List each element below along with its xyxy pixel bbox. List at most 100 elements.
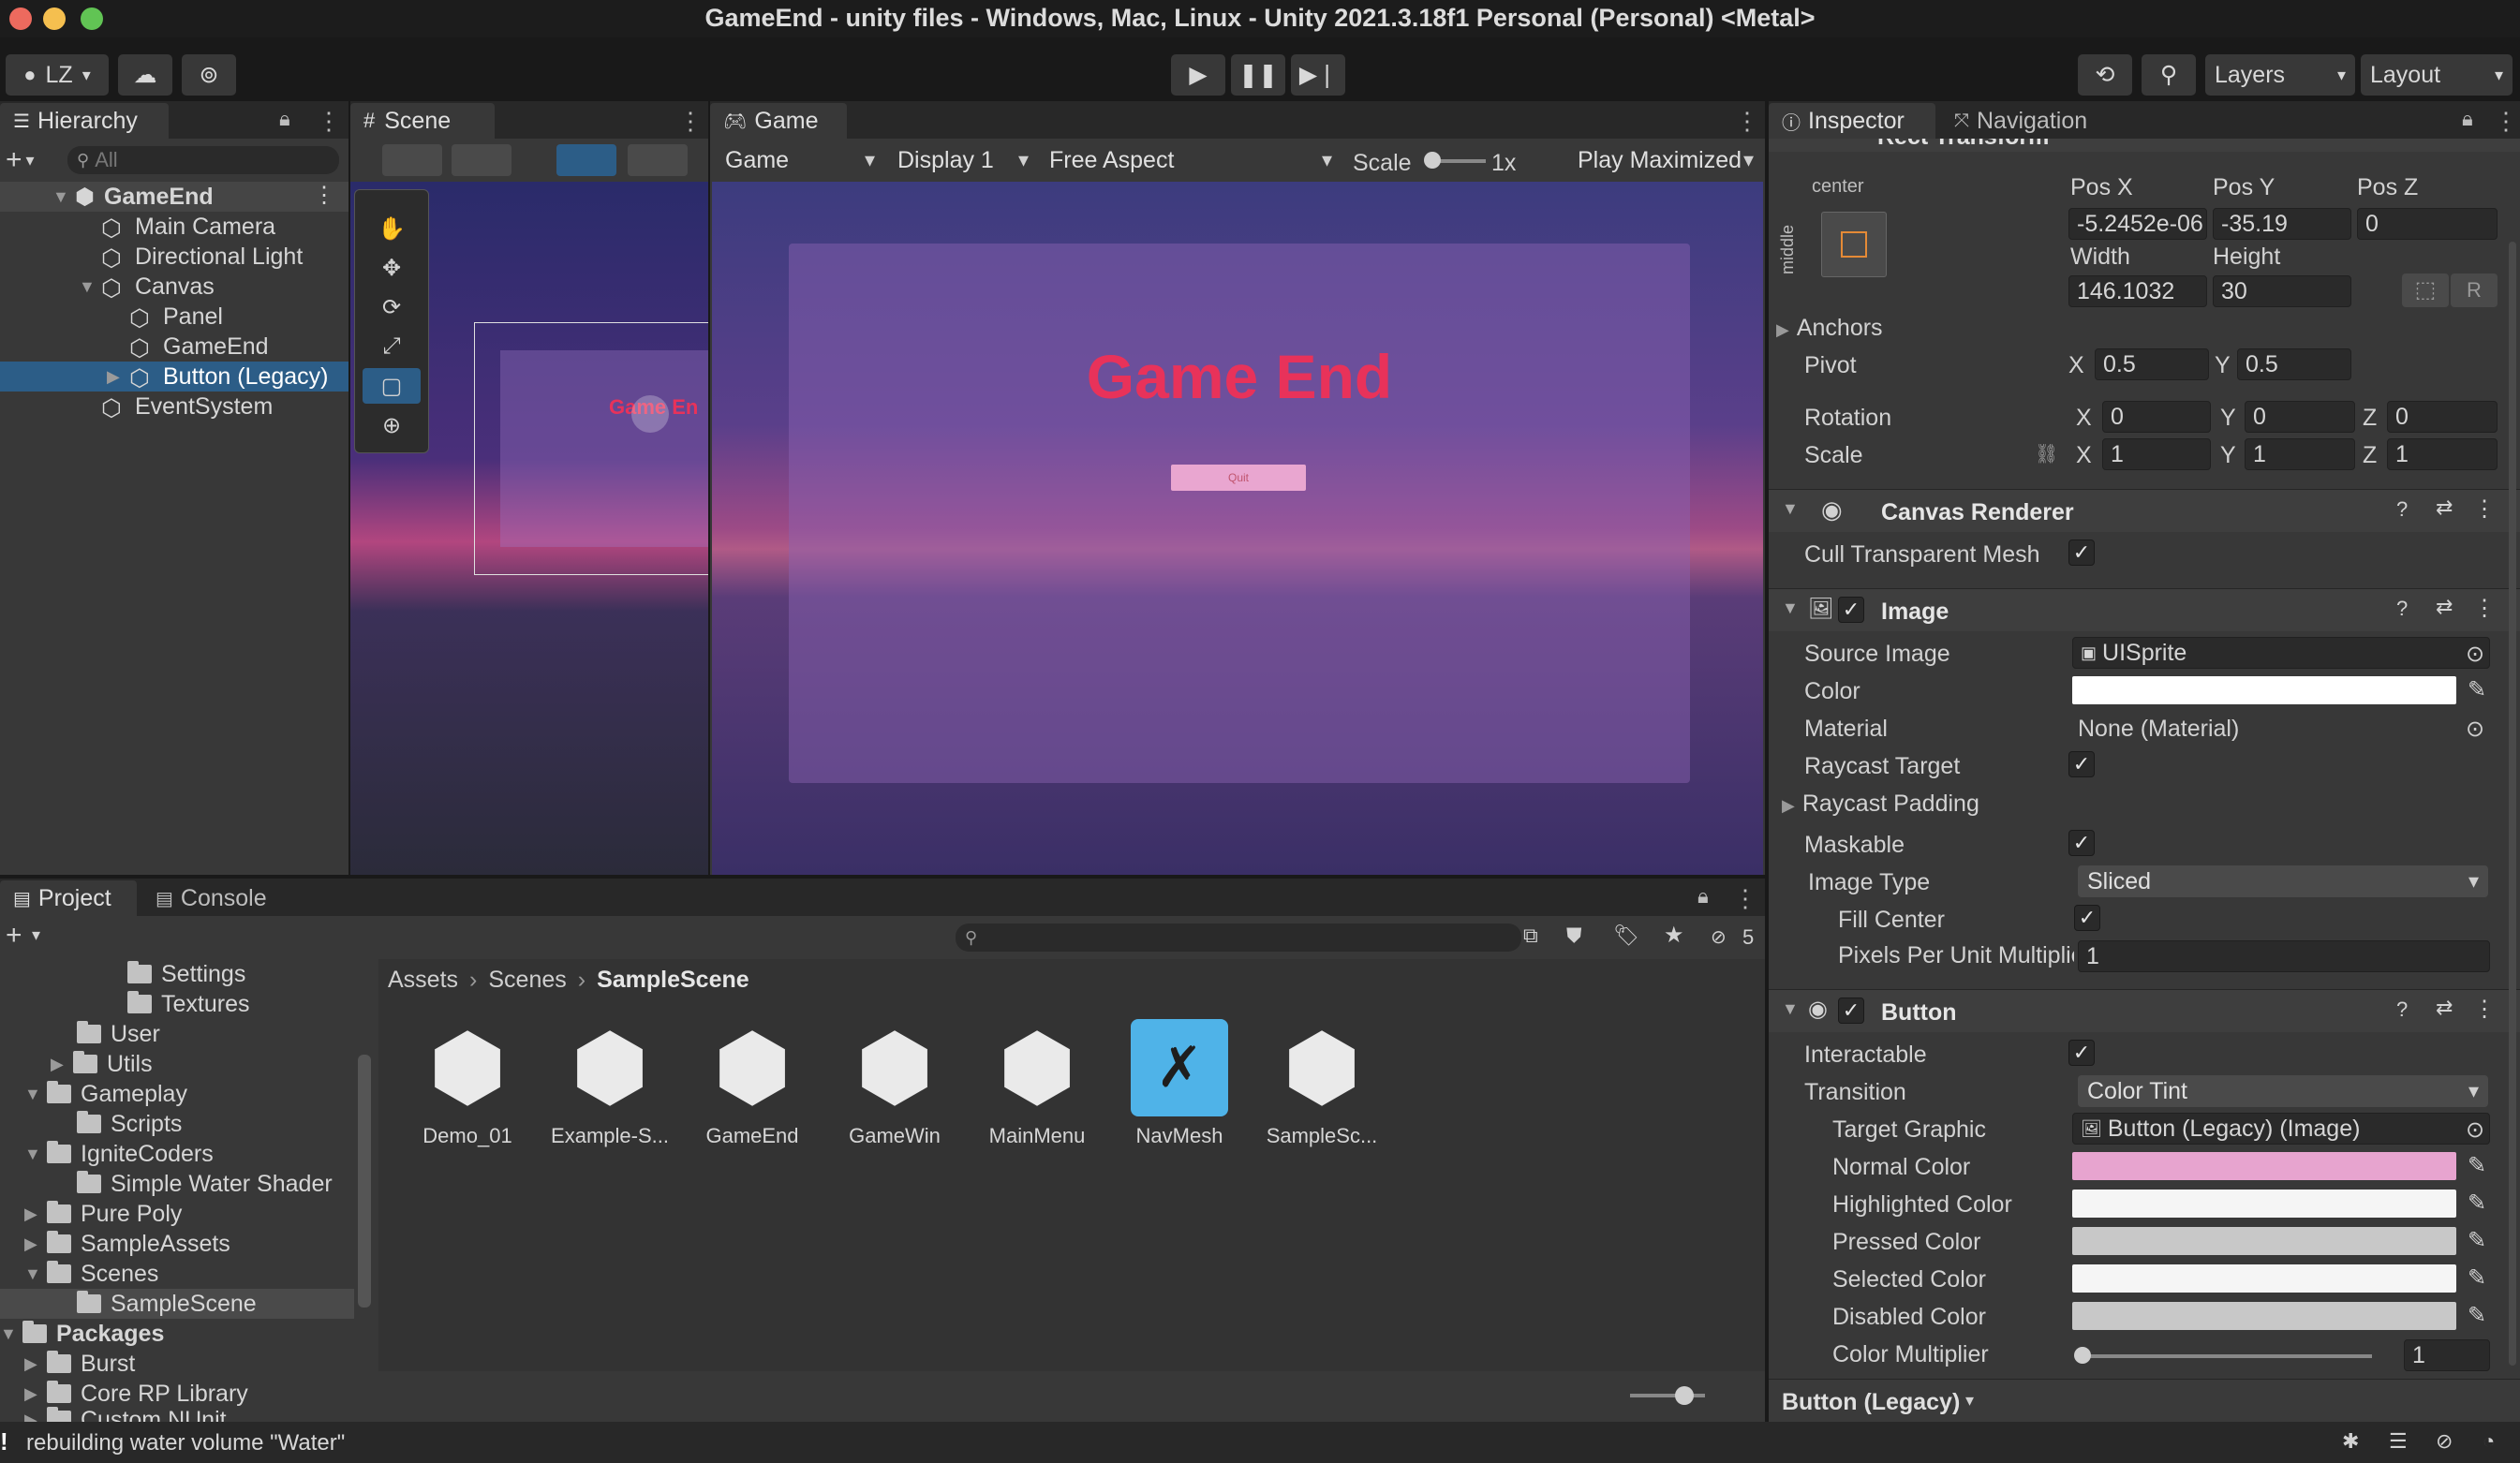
undo-history-button[interactable]: ⟲ — [2078, 54, 2132, 96]
preset-icon[interactable]: ⇄ — [2436, 996, 2453, 1020]
folder-tree-scrollbar[interactable] — [358, 1055, 371, 1308]
tree-item-canvas[interactable]: ▼ ⬡ Canvas — [79, 272, 215, 303]
scale-x-field[interactable]: 1 — [2102, 438, 2211, 470]
tab-hierarchy[interactable]: ☰ Hierarchy — [0, 103, 169, 139]
tab-console[interactable]: ▤ Console — [142, 880, 292, 916]
icon-size-slider[interactable] — [1630, 1394, 1705, 1397]
maskable-checkbox[interactable]: ✓ — [2068, 830, 2095, 856]
cache-icon[interactable]: ☰ — [2389, 1429, 2408, 1454]
tree-item-gameend-text[interactable]: ⬡ GameEnd — [129, 332, 269, 362]
raw-edit-button[interactable]: R — [2451, 273, 2498, 307]
component-menu-icon[interactable]: ⋮ — [2473, 595, 2496, 622]
tree-item-panel[interactable]: ⬡ Panel — [129, 302, 223, 332]
source-image-field[interactable]: ▣ UISprite — [2072, 637, 2490, 669]
highlighted-color-swatch[interactable] — [2072, 1190, 2456, 1218]
gizmo-dropdown[interactable] — [452, 144, 511, 176]
normal-color-swatch[interactable] — [2072, 1152, 2456, 1180]
help-icon[interactable]: ? — [2396, 998, 2408, 1022]
preset-icon[interactable]: ⇄ — [2436, 495, 2453, 520]
filter-by-label-icon[interactable]: ⛊ — [1566, 924, 1582, 948]
folder-scripts[interactable]: Scripts — [77, 1109, 182, 1139]
eyedropper-icon[interactable]: ✎ — [2468, 1264, 2486, 1292]
material-value[interactable]: None (Material) — [2078, 716, 2239, 743]
lock-icon[interactable]: 🔒︎ — [2462, 107, 2473, 131]
tab-project[interactable]: ▤ Project — [0, 880, 137, 916]
add-icon[interactable]: + — [6, 920, 22, 952]
layout-dropdown[interactable]: Layout ▾ — [2361, 54, 2513, 96]
project-search-input[interactable]: ⚲ — [956, 924, 1521, 952]
scale-y-field[interactable]: 1 — [2245, 438, 2355, 470]
add-icon[interactable]: + — [6, 144, 22, 176]
more-menu-icon[interactable]: ⋮ — [1733, 884, 1757, 913]
rot-y-field[interactable]: 0 — [2245, 401, 2355, 433]
move-tool[interactable]: ✥ — [363, 250, 421, 286]
posy-field[interactable]: -35.19 — [2213, 208, 2351, 240]
tag-icon[interactable]: 🏷︎ — [1613, 924, 1639, 948]
folder-sampleassets[interactable]: ▶ SampleAssets — [24, 1229, 230, 1259]
rot-z-field[interactable]: 0 — [2387, 401, 2498, 433]
tab-game[interactable]: 🎮︎ Game — [710, 103, 847, 139]
raycast-padding-foldout[interactable]: ▶ Raycast Padding — [1782, 791, 1979, 818]
transform-tool[interactable]: ⊕ — [363, 407, 421, 443]
auto-generate-icon[interactable]: ⊘ — [2436, 1429, 2453, 1454]
lock-icon[interactable]: 🔒︎ — [279, 107, 290, 131]
scale-z-field[interactable]: 1 — [2387, 438, 2498, 470]
hierarchy-search-input[interactable]: ⚲ All — [67, 146, 339, 174]
hidden-packages-icon[interactable]: ⊘ — [1711, 925, 1727, 949]
object-picker-icon[interactable]: ⊙ — [2466, 1116, 2484, 1144]
folder-pure-poly[interactable]: ▶ Pure Poly — [24, 1199, 182, 1229]
hand-tool[interactable]: ✋ — [363, 211, 421, 246]
rotate-tool[interactable]: ⟳ — [363, 289, 421, 325]
collab-button[interactable]: ⊚ — [182, 54, 236, 96]
eyedropper-icon[interactable]: ✎ — [2468, 1302, 2486, 1329]
folder-settings[interactable]: Settings — [127, 959, 245, 989]
color-multiplier-slider[interactable] — [2082, 1354, 2372, 1358]
folder-scenes[interactable]: ▼ Scenes — [24, 1259, 158, 1289]
rect-tool[interactable]: ▢ — [363, 368, 421, 404]
folder-user[interactable]: User — [77, 1019, 160, 1049]
cull-transparent-mesh-checkbox[interactable]: ✓ — [2068, 539, 2095, 566]
pressed-color-swatch[interactable] — [2072, 1227, 2456, 1255]
play-mode-dropdown[interactable]: Play Maximized — [1568, 144, 1763, 176]
help-icon[interactable]: ? — [2396, 497, 2408, 522]
breadcrumb-item[interactable]: SampleScene — [597, 967, 749, 994]
rot-x-field[interactable]: 0 — [2102, 401, 2211, 433]
progress-icon[interactable]: ◔ — [2483, 1429, 2495, 1454]
target-graphic-field[interactable]: 🖼︎ Button (Legacy) (Image) — [2072, 1113, 2490, 1145]
selected-color-swatch[interactable] — [2072, 1264, 2456, 1293]
play-button[interactable]: ▶ — [1171, 54, 1225, 96]
disabled-color-swatch[interactable] — [2072, 1302, 2456, 1330]
folder-burst[interactable]: ▶ Burst — [24, 1349, 135, 1379]
layers-dropdown[interactable]: Layers ▾ — [2205, 54, 2355, 96]
ppu-field[interactable]: 1 — [2078, 940, 2490, 972]
breadcrumb-item[interactable]: Assets — [388, 967, 458, 994]
pause-button[interactable]: ❚❚ — [1231, 54, 1285, 96]
button-enabled-checkbox[interactable]: ✓ — [1838, 998, 1864, 1024]
folder-utils[interactable]: ▶ Utils — [51, 1049, 153, 1079]
view-mode-dropdown[interactable]: Game — [716, 144, 884, 176]
folder-gameplay[interactable]: ▼ Gameplay — [24, 1079, 187, 1109]
snap-settings-dropdown[interactable] — [628, 144, 688, 176]
tab-navigation[interactable]: ⤧ Navigation — [1941, 103, 2128, 139]
lock-icon[interactable]: 🔒︎ — [1697, 884, 1709, 909]
cloud-button[interactable]: ☁ — [118, 54, 172, 96]
color-swatch[interactable] — [2072, 676, 2456, 704]
inspector-footer[interactable]: Button (Legacy) ▾ — [1769, 1379, 2520, 1422]
eyedropper-icon[interactable]: ✎ — [2468, 676, 2486, 703]
transition-dropdown[interactable]: Color Tint — [2078, 1075, 2488, 1107]
more-menu-icon[interactable]: ⋮ — [1735, 107, 1759, 136]
inspector-scrollbar[interactable] — [2509, 242, 2516, 1366]
eyedropper-icon[interactable]: ✎ — [2468, 1190, 2486, 1217]
breadcrumb-item[interactable]: Scenes — [488, 967, 566, 994]
more-menu-icon[interactable]: ⋮ — [2494, 107, 2518, 136]
more-menu-icon[interactable]: ⋮ — [313, 182, 335, 209]
transform-gizmo[interactable] — [631, 395, 669, 433]
rect-transform-header[interactable]: Rect Transform — [1769, 139, 2520, 152]
more-menu-icon[interactable]: ⋮ — [678, 107, 703, 136]
status-message[interactable]: rebuilding water volume "Water" — [26, 1430, 345, 1456]
tree-item-directional-light[interactable]: ⬡ Directional Light — [101, 242, 303, 273]
display-dropdown[interactable]: Display 1 — [888, 144, 1038, 176]
folder-simple-water-shader[interactable]: Simple Water Shader — [77, 1169, 333, 1199]
tab-inspector[interactable]: ⓘ Inspector — [1769, 103, 1935, 139]
folder-packages[interactable]: ▼ Packages — [0, 1319, 164, 1349]
